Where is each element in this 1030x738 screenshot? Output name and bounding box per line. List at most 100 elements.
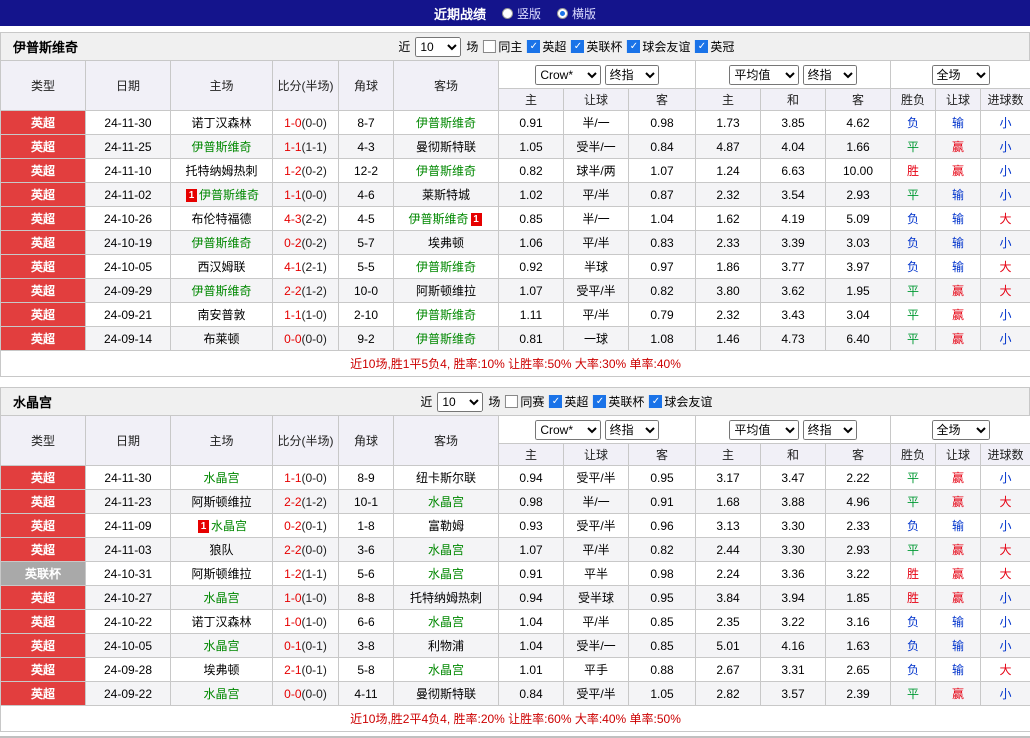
goals-result-cell: 大 bbox=[981, 279, 1030, 303]
team-name-text: 伊普斯维奇 bbox=[191, 140, 251, 154]
avg-stage-select[interactable]: 终指 bbox=[803, 65, 857, 85]
score-cell: 2-1(0-1) bbox=[273, 658, 339, 682]
corner-cell: 4-3 bbox=[339, 135, 394, 159]
odds-stage-select[interactable]: 终指 bbox=[605, 420, 659, 440]
team-name-text: 水晶宫 bbox=[428, 543, 464, 557]
team-cell: 水晶宫 bbox=[394, 538, 499, 562]
result-cell: 负 bbox=[891, 610, 936, 634]
score-cell: 0-0(0-0) bbox=[273, 682, 339, 706]
league-cell: 英超 bbox=[1, 538, 86, 562]
avg-away-cell: 2.93 bbox=[826, 183, 891, 207]
corner-cell: 3-6 bbox=[339, 538, 394, 562]
goals-result-cell: 小 bbox=[981, 183, 1030, 207]
date-cell: 24-09-14 bbox=[86, 327, 171, 351]
goals-result-cell: 小 bbox=[981, 135, 1030, 159]
team-name-text: 水晶宫 bbox=[203, 471, 239, 485]
team-name-text: 富勒姆 bbox=[428, 519, 464, 533]
avg-draw-cell: 3.31 bbox=[761, 658, 826, 682]
home-odds-cell: 1.06 bbox=[499, 231, 564, 255]
league-filter-checkbox[interactable]: 球会友谊 bbox=[627, 38, 690, 55]
full-time-score: 1-1 bbox=[284, 471, 301, 485]
league-filter-checkbox[interactable]: 英联杯 bbox=[571, 38, 622, 55]
recent-count-select[interactable]: 10 bbox=[437, 392, 483, 412]
avg-draw-cell: 3.54 bbox=[761, 183, 826, 207]
handicap-result-cell: 输 bbox=[936, 183, 981, 207]
recent-count-select[interactable]: 10 bbox=[415, 37, 461, 57]
team-name-text: 水晶宫 bbox=[211, 519, 247, 533]
team-name-text: 埃弗顿 bbox=[203, 663, 239, 677]
full-time-score: 1-1 bbox=[284, 140, 301, 154]
avg-odds-select[interactable]: 平均值 bbox=[729, 65, 799, 85]
team-section: 伊普斯维奇 近 10 场 同主 英超 英联杯 球会友谊 英 bbox=[0, 32, 1030, 377]
avg-away-cell: 2.33 bbox=[826, 514, 891, 538]
league-filter-checkbox[interactable]: 球会友谊 bbox=[649, 393, 712, 410]
col-date: 日期 bbox=[86, 416, 171, 466]
col-corner: 角球 bbox=[339, 416, 394, 466]
avg-away-cell: 3.97 bbox=[826, 255, 891, 279]
avg-stage-select[interactable]: 终指 bbox=[803, 420, 857, 440]
handicap-line-cell: 受半/一 bbox=[564, 634, 629, 658]
team-name: 水晶宫 bbox=[13, 392, 52, 411]
team-cell: 水晶宫 bbox=[394, 610, 499, 634]
league-filter-checkbox[interactable]: 英联杯 bbox=[593, 393, 644, 410]
checkbox-icon bbox=[505, 395, 518, 408]
handicap-result-cell: 赢 bbox=[936, 135, 981, 159]
handicap-result-cell: 输 bbox=[936, 610, 981, 634]
full-time-score: 0-0 bbox=[284, 332, 301, 346]
match-row: 英超24-11-10托特纳姆热刺1-2(0-2)12-2伊普斯维奇0.82球半/… bbox=[1, 159, 1030, 183]
avg-odds-select[interactable]: 平均值 bbox=[729, 420, 799, 440]
goals-result-cell: 大 bbox=[981, 207, 1030, 231]
handicap-line-cell: 受平/半 bbox=[564, 279, 629, 303]
odds-provider-select[interactable]: Crow* bbox=[535, 65, 601, 85]
score-cell: 1-0(1-0) bbox=[273, 610, 339, 634]
odds-provider-select[interactable]: Crow* bbox=[535, 420, 601, 440]
match-row: 英超24-09-28埃弗顿2-1(0-1)5-8水晶宫1.01平手0.882.6… bbox=[1, 658, 1030, 682]
period-select[interactable]: 全场 bbox=[932, 420, 990, 440]
league-filter-checkbox[interactable]: 英冠 bbox=[695, 38, 734, 55]
handicap-line-cell: 半/一 bbox=[564, 111, 629, 135]
date-cell: 24-11-03 bbox=[86, 538, 171, 562]
score-cell: 1-1(1-0) bbox=[273, 303, 339, 327]
result-cell: 负 bbox=[891, 255, 936, 279]
team-cell: 1伊普斯维奇 bbox=[171, 183, 273, 207]
full-time-score: 0-2 bbox=[284, 519, 301, 533]
date-cell: 24-11-25 bbox=[86, 135, 171, 159]
goals-result-cell: 大 bbox=[981, 538, 1030, 562]
score-cell: 0-1(0-1) bbox=[273, 634, 339, 658]
team-cell: 纽卡斯尔联 bbox=[394, 466, 499, 490]
corner-cell: 8-7 bbox=[339, 111, 394, 135]
home-odds-cell: 0.98 bbox=[499, 490, 564, 514]
col-score: 比分(半场) bbox=[273, 416, 339, 466]
col-goals: 进球数 bbox=[981, 444, 1030, 466]
league-filter-checkbox[interactable]: 英超 bbox=[527, 38, 566, 55]
avg-home-cell: 1.86 bbox=[696, 255, 761, 279]
same-filter-checkbox[interactable]: 同赛 bbox=[505, 393, 544, 410]
section-header: 水晶宫 近 10 场 同赛 英超 英联杯 球会友谊 bbox=[0, 387, 1030, 415]
date-cell: 24-11-30 bbox=[86, 111, 171, 135]
red-card-badge: 1 bbox=[186, 189, 197, 202]
team-cell: 伊普斯维奇 bbox=[171, 231, 273, 255]
col-avg-host: 主 bbox=[696, 444, 761, 466]
match-row: 英超24-10-27水晶宫1-0(1-0)8-8托特纳姆热刺0.94受半球0.9… bbox=[1, 586, 1030, 610]
same-filter-checkbox[interactable]: 同主 bbox=[483, 38, 522, 55]
league-filter-checkbox[interactable]: 英超 bbox=[549, 393, 588, 410]
score-cell: 1-0(1-0) bbox=[273, 586, 339, 610]
full-time-score: 1-0 bbox=[284, 116, 301, 130]
team-cell: 狼队 bbox=[171, 538, 273, 562]
period-select[interactable]: 全场 bbox=[932, 65, 990, 85]
games-label: 场 bbox=[466, 38, 478, 55]
team-name-text: 水晶宫 bbox=[428, 615, 464, 629]
match-row: 英超24-10-22诺丁汉森林1-0(1-0)6-6水晶宫1.04平/半0.85… bbox=[1, 610, 1030, 634]
handicap-line-cell: 一球 bbox=[564, 327, 629, 351]
layout-option-vertical[interactable]: 竖版 bbox=[502, 5, 541, 22]
checkbox-label: 英冠 bbox=[710, 38, 734, 55]
avg-draw-cell: 4.04 bbox=[761, 135, 826, 159]
top-bar: 近期战绩 竖版 横版 bbox=[0, 0, 1030, 26]
handicap-result-cell: 赢 bbox=[936, 327, 981, 351]
handicap-line-cell: 平/半 bbox=[564, 303, 629, 327]
result-cell: 平 bbox=[891, 303, 936, 327]
avg-draw-cell: 3.47 bbox=[761, 466, 826, 490]
odds-stage-select[interactable]: 终指 bbox=[605, 65, 659, 85]
layout-option-horizontal[interactable]: 横版 bbox=[557, 5, 596, 22]
handicap-result-cell: 赢 bbox=[936, 279, 981, 303]
